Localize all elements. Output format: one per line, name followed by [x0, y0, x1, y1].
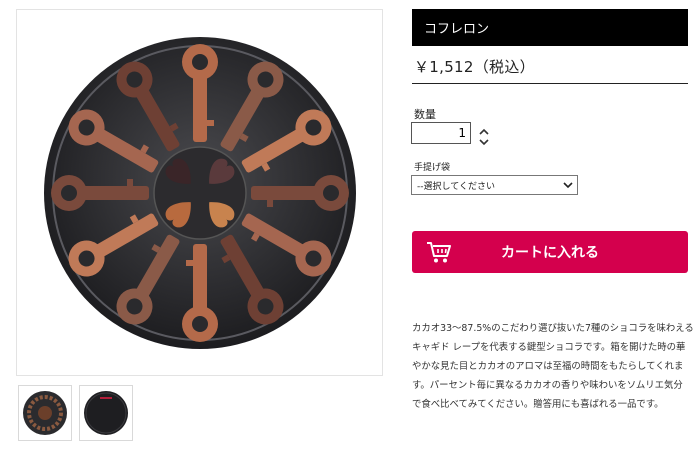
thumbnail-open-box[interactable]	[18, 385, 72, 441]
chevron-down-icon[interactable]	[477, 133, 491, 146]
quantity-label: 数量	[414, 108, 436, 121]
cart-icon	[426, 240, 452, 268]
product-price: ￥1,512（税込）	[414, 58, 535, 76]
description-line: やかな見た目とカカオのアロマは至福の時間をもたらしてくれま	[412, 361, 684, 372]
description-line: カカオ33〜87.5%のこだわり選び抜いた7種のショコラを味わえる	[412, 323, 694, 334]
description-line: キャギド レープを代表する鍵型ショコラです。箱を開けた時の華	[412, 342, 686, 353]
thumbnail-closed-box[interactable]	[79, 385, 133, 441]
bag-select[interactable]: --選択してください	[411, 175, 578, 195]
product-description: カカオ33〜87.5%のこだわり選び抜いた7種のショコラを味わえる キャギド レ…	[412, 319, 694, 414]
description-line: で食べ比べてみてください。贈答用にも喜ばれる一品です。	[412, 399, 664, 410]
product-main-image	[16, 9, 383, 376]
add-to-cart-button[interactable]: カートに入れる	[412, 231, 688, 273]
chocolate-box-illustration	[44, 37, 356, 349]
bag-select-value: --選択してください	[417, 181, 495, 192]
bag-label: 手提げ袋	[414, 163, 451, 173]
thumbnail-open-box-image	[23, 391, 67, 435]
description-line: す。パーセント毎に異なるカカオの香りや味わいをソムリエ気分	[412, 380, 683, 391]
add-to-cart-label: カートに入れる	[501, 245, 599, 261]
quantity-stepper[interactable]	[477, 122, 491, 146]
thumbnail-closed-box-image	[84, 391, 128, 435]
chevron-up-icon[interactable]	[477, 122, 491, 135]
divider	[412, 83, 688, 84]
product-title: コフレロン	[412, 9, 688, 46]
quantity-input[interactable]	[411, 122, 471, 144]
chevron-down-icon	[563, 181, 573, 192]
